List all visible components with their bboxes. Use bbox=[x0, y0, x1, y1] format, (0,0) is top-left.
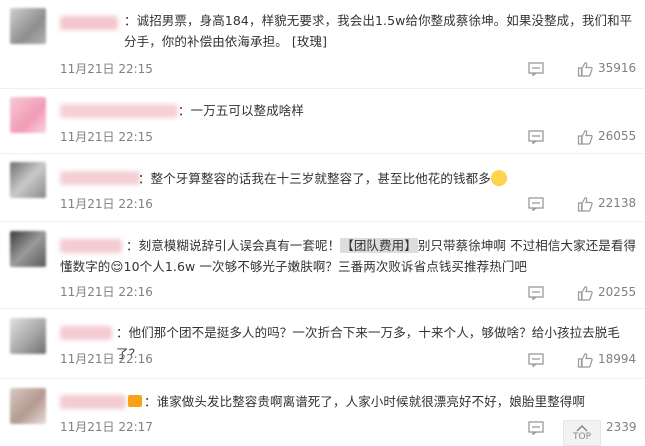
chevron-up-icon bbox=[576, 424, 588, 432]
divider bbox=[0, 88, 645, 89]
comment-item: ：谁家做头发比整容贵啊离谱死了，人家小时候就很漂亮好不好，娘胎里整得啊 11月2… bbox=[0, 380, 645, 446]
comment-time: 11月21日 22:17 bbox=[60, 420, 153, 434]
comment-item: ：一万五可以整成啥样 11月21日 22:15 26055 bbox=[0, 90, 645, 156]
like-count: 20255 bbox=[598, 285, 637, 299]
emote-text: [玫瑰] bbox=[291, 34, 328, 49]
like-count: 22138 bbox=[598, 196, 637, 210]
comment-time: 11月21日 22:16 bbox=[60, 352, 153, 366]
like-count: 18994 bbox=[598, 352, 637, 366]
comment-item: ：刻意模糊说辞引人误会真有一套呢！【团队费用】别只带蔡徐坤啊 不过相信大家还是看… bbox=[0, 223, 645, 301]
comment-icon[interactable] bbox=[528, 421, 544, 435]
username[interactable] bbox=[60, 16, 118, 30]
comment-time: 11月21日 22:15 bbox=[60, 62, 153, 76]
comment-text: ：他们那个团不是挺多人的吗？一次折合下来一万多，十来个人，够做啥？给小孩拉去脱毛… bbox=[116, 325, 621, 361]
like-count: 26055 bbox=[598, 129, 637, 143]
comment-text: ：一万五可以整成啥样 bbox=[178, 103, 305, 118]
avatar[interactable] bbox=[10, 318, 46, 354]
crying-laugh-emoji-icon bbox=[490, 170, 507, 186]
comment-time: 11月21日 22:16 bbox=[60, 197, 153, 211]
comment-text: ：诚招男票，身高184，样貌无要求，我会出1.5w给你整成蔡徐坤。如果没整成，我… bbox=[124, 13, 633, 49]
comment-text: ：谁家做头发比整容贵啊离谱死了，人家小时候就很漂亮好不好，娘胎里整得啊 bbox=[128, 391, 639, 412]
comment-text: ：刻意模糊说辞引人误会真有一套呢！【团队费用】别只带蔡徐坤啊 不过相信大家还是看… bbox=[60, 238, 637, 274]
divider bbox=[0, 221, 645, 222]
username[interactable] bbox=[60, 171, 140, 185]
thumbs-up-icon[interactable] bbox=[577, 129, 593, 145]
like-count: 35916 bbox=[598, 61, 637, 75]
comment-time: 11月21日 22:16 bbox=[60, 285, 153, 299]
comment-text: ：整个牙算整容的话我在十三岁就整容了，甚至比他花的钱都多 bbox=[138, 168, 639, 189]
comment-icon[interactable] bbox=[528, 286, 544, 300]
comment-icon[interactable] bbox=[528, 62, 544, 76]
comment-item: ：整个牙算整容的话我在十三岁就整容了，甚至比他花的钱都多 11月21日 22:1… bbox=[0, 155, 645, 221]
divider bbox=[0, 378, 645, 379]
thumbs-up-icon[interactable] bbox=[577, 61, 593, 77]
username[interactable] bbox=[60, 326, 112, 340]
comment-icon[interactable] bbox=[528, 130, 544, 144]
avatar[interactable] bbox=[10, 162, 46, 198]
avatar[interactable] bbox=[10, 97, 46, 133]
back-to-top-button[interactable]: TOP bbox=[563, 420, 601, 446]
divider bbox=[0, 308, 645, 309]
topic-tag: 【团队费用】 bbox=[340, 238, 418, 253]
comment-icon[interactable] bbox=[528, 197, 544, 211]
comment-item: ：诚招男票，身高184，样貌无要求，我会出1.5w给你整成蔡徐坤。如果没整成，我… bbox=[0, 0, 645, 77]
thumbs-up-icon[interactable] bbox=[577, 196, 593, 212]
back-to-top-label: TOP bbox=[572, 432, 591, 442]
fan-badge-icon bbox=[128, 395, 142, 407]
comment-time: 11月21日 22:15 bbox=[60, 130, 153, 144]
username[interactable] bbox=[60, 395, 126, 409]
username[interactable] bbox=[60, 104, 178, 118]
thumbs-up-icon[interactable] bbox=[577, 352, 593, 368]
divider bbox=[0, 153, 645, 154]
like-count: 2339 bbox=[606, 420, 637, 434]
comment-item: ：他们那个团不是挺多人的吗？一次折合下来一万多，十来个人，够做啥？给小孩拉去脱毛… bbox=[0, 310, 645, 376]
comment-icon[interactable] bbox=[528, 353, 544, 367]
avatar[interactable] bbox=[10, 8, 46, 44]
thumbs-up-icon[interactable] bbox=[577, 285, 593, 301]
avatar[interactable] bbox=[10, 231, 46, 267]
avatar[interactable] bbox=[10, 388, 46, 424]
